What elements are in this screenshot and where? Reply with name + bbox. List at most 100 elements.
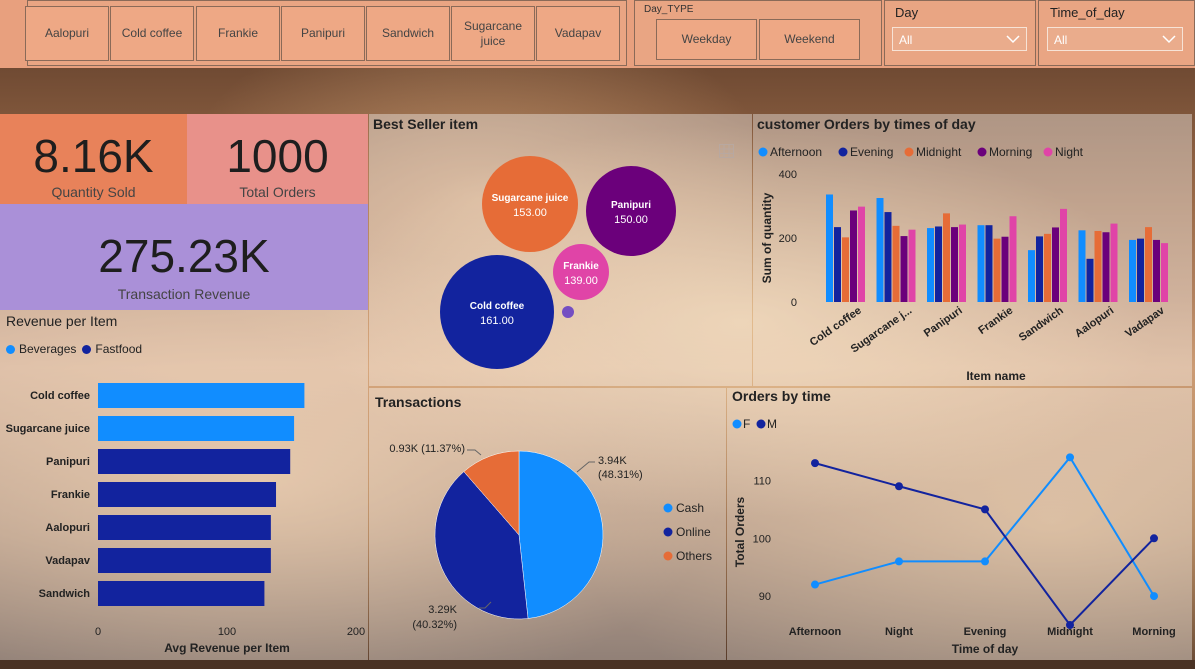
pie-label-value: 0.93K (11.37%) xyxy=(389,443,465,455)
grouped-bar xyxy=(1036,236,1043,302)
legend-label: Morning xyxy=(989,145,1032,159)
legend-dot xyxy=(1043,147,1053,157)
leader-line xyxy=(467,449,482,456)
legend-dot xyxy=(758,147,768,157)
series-point xyxy=(1066,453,1074,462)
orders-grouped-bar-chart: Afternoon Evening Midnight Morning Night 0 200… xyxy=(758,145,1168,383)
legend-label: Night xyxy=(1055,145,1084,159)
weekday-button[interactable]: Weekday xyxy=(656,19,757,60)
leader-line xyxy=(576,461,595,473)
bubble-value-label: 161.00 xyxy=(480,315,514,327)
time-dropdown[interactable]: All xyxy=(1047,27,1183,51)
y-tick-label: 90 xyxy=(759,591,771,603)
total-orders-value: 1000 xyxy=(226,130,329,182)
grouped-bar xyxy=(876,198,884,302)
grouped-bar xyxy=(977,225,985,302)
best-seller-bubble-chart: Sugarcane juice 153.00 Panipuri 150.00 Frank… xyxy=(440,156,676,369)
revenue-bar xyxy=(98,383,305,408)
bubble-cold-coffee xyxy=(440,255,554,369)
grouped-bar xyxy=(1161,243,1168,302)
grouped-bar xyxy=(943,213,950,302)
legend-dot xyxy=(663,503,673,513)
bubble-name-label: Sugarcane juice xyxy=(492,193,569,204)
y-axis-title: Total Orders xyxy=(733,496,747,567)
revenue-bar-label: Frankie xyxy=(51,489,90,501)
grouped-bar xyxy=(1137,238,1144,302)
orders-by-time-title: Orders by time xyxy=(732,388,831,404)
time-filter-title: Time_of_day xyxy=(1050,5,1125,20)
day-filter-title: Day xyxy=(895,5,919,20)
revenue-bar xyxy=(98,515,271,540)
grouped-bar xyxy=(935,226,942,302)
fastfood-legend-dot xyxy=(82,344,92,354)
revenue-bar xyxy=(98,482,277,507)
transaction-revenue-card: 275.23K Transaction Revenue xyxy=(0,204,368,310)
y-tick-label: 400 xyxy=(779,169,797,181)
fastfood-legend-label: Fastfood xyxy=(95,342,143,356)
item-button-frankie[interactable]: Frankie xyxy=(196,6,280,61)
grouped-bar xyxy=(834,227,841,302)
bubble-panipuri xyxy=(586,166,676,256)
x-axis-title: Time of day xyxy=(952,642,1019,656)
grouped-bar xyxy=(850,210,857,302)
x-tick-label: 100 xyxy=(218,626,236,638)
y-axis-title: Sum of quantity xyxy=(760,192,774,283)
legend-label: Midnight xyxy=(916,145,962,159)
y-tick-label: 110 xyxy=(753,475,771,487)
grouped-bar xyxy=(842,237,849,302)
grouped-bar xyxy=(1145,227,1152,302)
chevron-down-icon xyxy=(1162,35,1176,44)
revenue-bar-label: Panipuri xyxy=(46,456,90,468)
revenue-bar-label: Cold coffee xyxy=(30,390,90,402)
grouped-bar xyxy=(985,225,993,302)
filter-bar: Aalopuri Cold coffee Frankie Panipuri Sandwi… xyxy=(0,0,1195,68)
grouped-bar xyxy=(1078,230,1086,302)
weekend-button[interactable]: Weekend xyxy=(759,19,860,60)
grouped-bar xyxy=(959,224,966,302)
legend-label: M xyxy=(767,417,777,431)
grouped-bar xyxy=(951,227,958,302)
legend-dot xyxy=(732,419,742,429)
bubble-name-label: Panipuri xyxy=(611,200,651,211)
item-button-panipuri[interactable]: Panipuri xyxy=(281,6,365,61)
pie-label-value: 3.94K xyxy=(598,455,627,467)
x-tick-label: 0 xyxy=(95,626,101,638)
item-button-aalopuri[interactable]: Aalopuri xyxy=(25,6,109,61)
x-category-label: Evening xyxy=(964,626,1007,638)
item-button-sandwich[interactable]: Sandwich xyxy=(366,6,450,61)
day-type-title: Day_TYPE xyxy=(644,4,694,15)
transaction-revenue-label: Transaction Revenue xyxy=(117,286,251,302)
grouped-bar xyxy=(908,229,916,302)
revenue-bar-label: Sandwich xyxy=(39,588,91,600)
orders-line-chart: F M 90 100 110 Afternoon Night Evening Midnight M… xyxy=(732,417,1176,656)
bottom-strip xyxy=(0,660,1195,669)
item-button-cold-coffee[interactable]: Cold coffee xyxy=(110,6,194,61)
x-category-label: Afternoon xyxy=(789,626,842,638)
bubble-value-label: 153.00 xyxy=(513,207,547,219)
grouped-bar xyxy=(892,225,900,302)
revenue-bar-chart: Cold coffee Sugarcane juice Panipuri Franki… xyxy=(6,383,365,655)
series-point xyxy=(895,557,903,566)
bubble-small xyxy=(562,306,574,318)
revenue-bar-label: Vadapav xyxy=(45,555,91,567)
grouped-bar xyxy=(1094,230,1102,302)
bubble-value-label: 150.00 xyxy=(614,214,648,226)
series-point xyxy=(1150,534,1158,543)
x-category-label: Aalopuri xyxy=(1073,305,1116,340)
total-orders-card: 1000 Total Orders xyxy=(187,114,368,204)
grouped-bar xyxy=(927,228,934,302)
revenue-bar xyxy=(98,416,295,441)
revenue-bar-label: Sugarcane juice xyxy=(6,423,90,435)
quantity-sold-card: 8.16K Quantity Sold xyxy=(0,114,187,204)
item-button-vadapav[interactable]: Vadapav xyxy=(536,6,620,61)
x-axis-title: Avg Revenue per Item xyxy=(164,641,290,655)
series-line-m xyxy=(814,462,1155,627)
grouped-bar xyxy=(1102,232,1110,302)
legend-dot xyxy=(756,419,766,429)
x-category-label: Midnight xyxy=(1047,626,1093,638)
item-button-sugarcane-juice[interactable]: Sugarcane juice xyxy=(451,6,535,61)
pie-slice-cash xyxy=(518,450,604,619)
x-category-label: Sandwich xyxy=(1017,304,1066,343)
legend-dot xyxy=(904,147,914,157)
day-dropdown[interactable]: All xyxy=(892,27,1027,51)
